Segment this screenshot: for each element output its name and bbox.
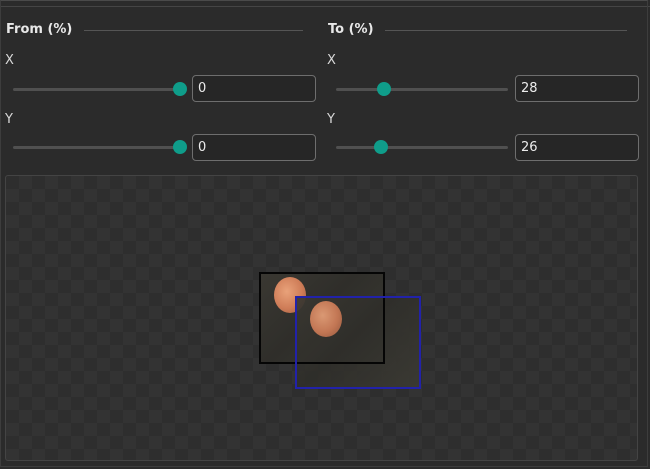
slider-thumb[interactable] (173, 82, 187, 96)
from-x-label: X (5, 53, 14, 68)
slider-thumb[interactable] (373, 140, 388, 154)
from-y-slider[interactable] (13, 139, 187, 155)
preview-canvas (5, 175, 638, 461)
from-x-input[interactable] (192, 75, 316, 102)
slider-track (336, 146, 508, 149)
from-y-input[interactable] (192, 134, 316, 161)
to-y-slider[interactable] (336, 139, 508, 155)
slider-thumb[interactable] (173, 140, 187, 154)
from-y-label: Y (5, 112, 13, 127)
slider-thumb[interactable] (377, 82, 392, 96)
slider-track (13, 146, 180, 149)
to-y-label: Y (327, 112, 335, 127)
from-section-title: From (%) (6, 22, 73, 37)
slider-track (336, 88, 508, 91)
to-frame-outline (295, 296, 421, 389)
to-section-title: To (%) (328, 22, 374, 37)
slider-track (13, 88, 180, 91)
to-section-divider (385, 30, 627, 31)
to-y-input[interactable] (515, 134, 639, 161)
to-x-label: X (327, 53, 336, 68)
to-x-input[interactable] (515, 75, 639, 102)
from-section-divider (84, 30, 303, 31)
to-x-slider[interactable] (336, 81, 508, 97)
from-x-slider[interactable] (13, 81, 187, 97)
